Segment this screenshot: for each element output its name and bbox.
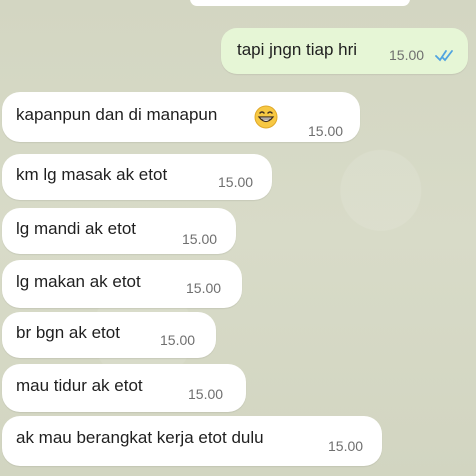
incoming-message[interactable]: km lg masak ak etot 15.00 — [2, 154, 272, 200]
message-text: mau tidur ak etot — [16, 376, 143, 395]
incoming-message[interactable]: br bgn ak etot 15.00 — [2, 312, 216, 358]
message-text: kapanpun dan di manapun — [16, 105, 218, 124]
incoming-message[interactable]: lg makan ak etot 15.00 — [2, 260, 242, 308]
message-text: tapi jngn tiap hri — [237, 40, 358, 59]
message-text: ak mau berangkat kerja etot dulu — [16, 428, 264, 447]
grinning-face-emoji — [254, 105, 278, 129]
incoming-message[interactable]: ak mau berangkat kerja etot dulu 15.00 — [2, 416, 382, 466]
message-text: lg mandi ak etot — [16, 219, 137, 238]
message-time: 15.00 — [389, 47, 425, 63]
message-text: lg makan ak etot — [16, 272, 141, 291]
incoming-message[interactable]: mau tidur ak etot 15.00 — [2, 364, 246, 412]
message-time: 15.00 — [186, 280, 222, 296]
message-time: 15.00 — [188, 386, 224, 402]
message-time: 15.00 — [160, 332, 196, 348]
outgoing-message[interactable]: tapi jngn tiap hri 15.00 — [221, 28, 468, 74]
incoming-message[interactable]: kapanpun dan di manapun 15.00 — [2, 92, 360, 142]
message-time: 15.00 — [328, 438, 364, 454]
message-text: br bgn ak etot — [16, 323, 120, 342]
message-time: 15.00 — [218, 174, 254, 190]
double-check-icon — [435, 50, 453, 62]
message-time: 15.00 — [308, 123, 344, 139]
message-time: 15.00 — [182, 231, 218, 247]
cropped-message-bubble — [190, 0, 410, 6]
message-text: km lg masak ak etot — [16, 165, 168, 184]
incoming-message[interactable]: lg mandi ak etot 15.00 — [2, 208, 236, 254]
